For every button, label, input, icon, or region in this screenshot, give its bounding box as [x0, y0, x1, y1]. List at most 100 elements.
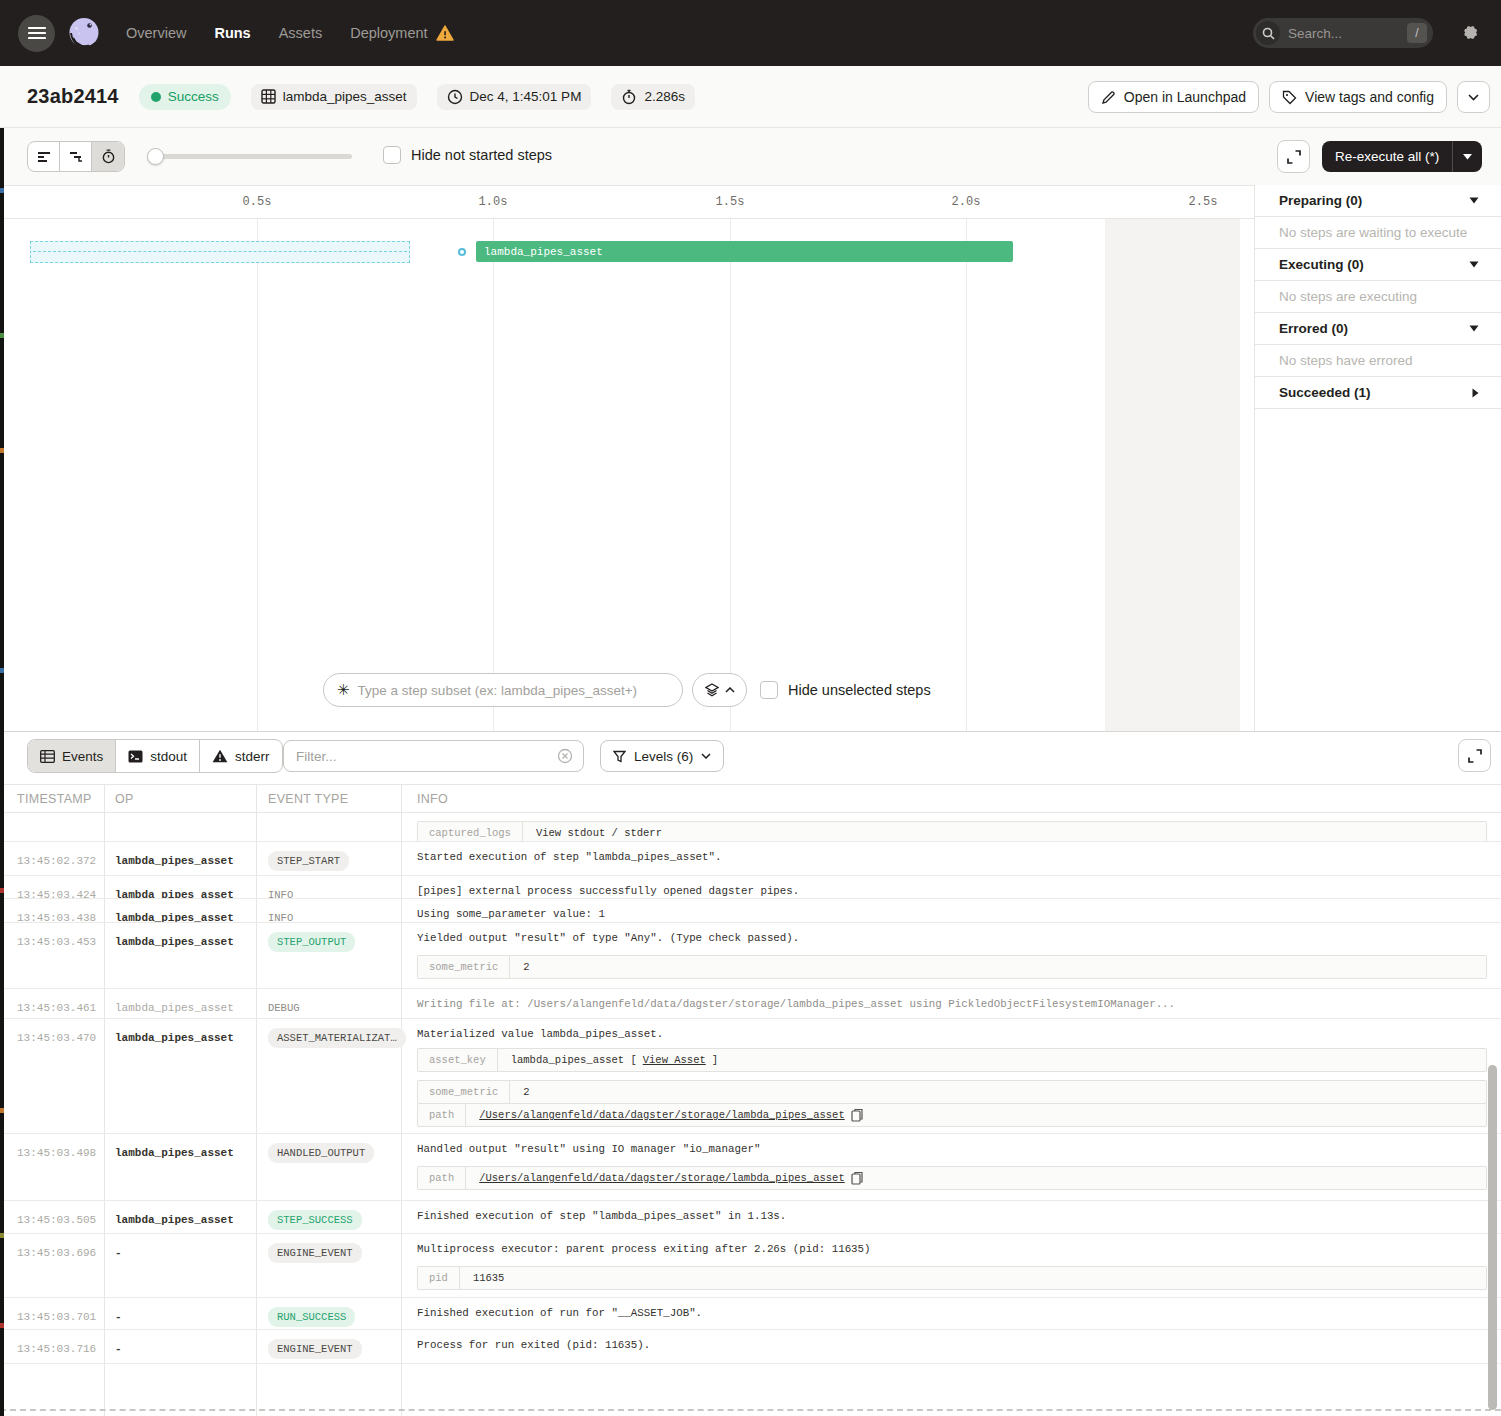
gridline	[493, 219, 494, 732]
hide-not-started-checkbox[interactable]	[383, 146, 401, 164]
view-flat-button[interactable]	[28, 142, 60, 171]
log-row[interactable]: 13:45:03.498lambda_pipes_assetHANDLED_OU…	[0, 1134, 1501, 1201]
nav-item-runs[interactable]: Runs	[214, 25, 250, 41]
hide-unselected-checkbox[interactable]	[760, 681, 778, 699]
log-event-type: DEBUG	[268, 1002, 300, 1014]
axis-tick-label: 0.5s	[243, 195, 272, 209]
log-row[interactable]: captured_logsView stdout / stderr	[0, 813, 1501, 842]
levels-filter-button[interactable]: Levels (6)	[600, 740, 724, 772]
log-event-type: ASSET_MATERIALIZAT…	[268, 1028, 406, 1048]
step-subset-input[interactable]: ✳ Type a step subset (ex: lambda_pipes_a…	[323, 673, 683, 707]
status-badge: Success	[139, 84, 231, 110]
log-timestamp: 13:45:03.498	[17, 1147, 96, 1159]
gridline	[966, 219, 967, 732]
caret-down-icon	[1469, 261, 1479, 268]
log-timestamp: 13:45:03.505	[17, 1214, 96, 1226]
table-bottom-dashed-edge	[0, 1409, 1501, 1411]
sidebar-section-header[interactable]: Executing (0)	[1255, 249, 1501, 281]
metadata-tag: some_metric2	[417, 1080, 1487, 1104]
tag-link[interactable]: /Users/alangenfeld/data/dagster/storage/…	[479, 1109, 844, 1121]
copy-path-button[interactable]	[851, 1171, 863, 1185]
asset-pill[interactable]: lambda_pipes_asset	[251, 84, 417, 110]
sidebar-section-body: No steps are executing	[1255, 281, 1501, 313]
log-scrollbar[interactable]	[1488, 1065, 1497, 1410]
waterfall-icon	[69, 151, 83, 163]
log-filter-input[interactable]: Filter...	[283, 740, 584, 772]
view-timed-button[interactable]	[92, 142, 124, 171]
clear-filter-icon[interactable]	[557, 748, 573, 764]
stderr-warning-icon	[212, 749, 228, 763]
gear-icon[interactable]	[1460, 23, 1479, 42]
event-log-table: TIMESTAMPOPEVENT TYPEINFO captured_logsV…	[0, 784, 1501, 1416]
stopwatch-icon	[621, 89, 637, 105]
gantt-plot-area: lambda_pipes_asset ✳ Type a step subset …	[0, 219, 1254, 732]
nav-item-deployment[interactable]: Deployment	[350, 25, 453, 41]
log-timestamp: 13:45:03.438	[17, 912, 96, 923]
log-row[interactable]: 13:45:03.438lambda_pipes_assetINFOUsing …	[0, 899, 1501, 923]
tag-icon	[1282, 90, 1297, 105]
header-more-button[interactable]	[1457, 81, 1490, 113]
log-message: Materialized value lambda_pipes_asset.	[417, 1026, 1487, 1040]
graph-query-toggle-button[interactable]	[692, 673, 747, 707]
metadata-tag: path/Users/alangenfeld/data/dagster/stor…	[417, 1103, 1487, 1127]
gantt-chart: 0.5s1.0s1.5s2.0s2.5s lambda_pipes_asset …	[0, 185, 1254, 731]
dagster-logo[interactable]	[64, 13, 104, 53]
log-row[interactable]: 13:45:03.505lambda_pipes_assetSTEP_SUCCE…	[0, 1201, 1501, 1234]
log-row[interactable]: 13:45:03.461lambda_pipes_assetDEBUGWriti…	[0, 989, 1501, 1019]
open-in-launchpad-button[interactable]: Open in Launchpad	[1088, 81, 1259, 113]
nav-item-overview[interactable]: Overview	[126, 25, 186, 41]
log-message: Yielded output "result" of type "Any". (…	[417, 930, 1487, 944]
gantt-step-bar[interactable]: lambda_pipes_asset	[476, 241, 1013, 262]
log-row[interactable]: 13:45:03.716-ENGINE_EVENTProcess for run…	[0, 1330, 1501, 1364]
tab-stdout[interactable]: stdout	[116, 740, 200, 772]
log-op: lambda_pipes_asset	[115, 1214, 234, 1226]
tag-value: 11635	[460, 1267, 518, 1289]
log-row[interactable]: 13:45:03.424lambda_pipes_assetINFO[pipes…	[0, 876, 1501, 899]
step-subset-placeholder: Type a step subset (ex: lambda_pipes_ass…	[358, 683, 638, 698]
zoom-slider-knob[interactable]	[147, 148, 164, 165]
run-id: 23ab2414	[27, 85, 119, 108]
caret-right-icon	[1472, 388, 1479, 398]
log-row[interactable]: 13:45:03.701-RUN_SUCCESSFinished executi…	[0, 1298, 1501, 1330]
search-placeholder: Search...	[1288, 26, 1407, 41]
sidebar-section-header[interactable]: Errored (0)	[1255, 313, 1501, 345]
log-row[interactable]: 13:45:03.453lambda_pipes_assetSTEP_OUTPU…	[0, 923, 1501, 989]
log-event-type: ENGINE_EVENT	[268, 1339, 362, 1359]
sidebar-section-header[interactable]: Succeeded (1)	[1255, 377, 1501, 409]
view-waterfall-button[interactable]	[60, 142, 92, 171]
gantt-overflow-zone	[1105, 219, 1240, 732]
tag-link[interactable]: /Users/alangenfeld/data/dagster/storage/…	[479, 1172, 844, 1184]
duration-pill: 2.286s	[611, 84, 695, 110]
reexecute-all-button[interactable]: Re-execute all (*)	[1322, 149, 1452, 164]
menu-button[interactable]	[18, 15, 55, 52]
log-column-header: OP	[105, 785, 257, 812]
sidebar-section-header[interactable]: Preparing (0)	[1255, 185, 1501, 217]
gantt-fullscreen-button[interactable]	[1277, 140, 1310, 173]
screen-edge-artifact	[0, 128, 4, 1416]
tag-link[interactable]: View Asset	[643, 1054, 706, 1066]
log-message: Multiprocess executor: parent process ex…	[417, 1241, 1487, 1255]
logs-fullscreen-button[interactable]	[1458, 739, 1491, 772]
tag-label: some_metric	[418, 1081, 510, 1103]
search-icon	[1256, 21, 1280, 45]
copy-path-button[interactable]	[851, 1108, 863, 1122]
steps-sidebar: Preparing (0)No steps are waiting to exe…	[1254, 185, 1501, 731]
log-event-type: ENGINE_EVENT	[268, 1243, 362, 1263]
nav-item-assets[interactable]: Assets	[279, 25, 323, 41]
tab-events[interactable]: Events	[28, 740, 116, 772]
log-row[interactable]: 13:45:02.372lambda_pipes_assetSTEP_START…	[0, 842, 1501, 876]
datetime-pill: Dec 4, 1:45:01 PM	[437, 84, 592, 110]
view-tags-config-button[interactable]: View tags and config	[1269, 81, 1447, 113]
tab-stderr[interactable]: stderr	[200, 740, 282, 772]
log-row[interactable]: 13:45:03.470lambda_pipes_assetASSET_MATE…	[0, 1019, 1501, 1134]
tag-label: pid	[418, 1267, 460, 1289]
log-row[interactable]: 13:45:03.696-ENGINE_EVENTMultiprocess ex…	[0, 1234, 1501, 1298]
chevron-down-icon	[1468, 94, 1479, 101]
metadata-tag: pid11635	[417, 1266, 1487, 1290]
metadata-tag: some_metric2	[417, 955, 1487, 979]
zoom-slider-track[interactable]	[148, 154, 352, 159]
reexecute-options-button[interactable]	[1453, 154, 1482, 160]
search-input[interactable]: Search... /	[1253, 18, 1433, 48]
log-op: lambda_pipes_asset	[115, 855, 234, 867]
tag-value: lambda_pipes_asset [View Asset]	[498, 1049, 731, 1071]
